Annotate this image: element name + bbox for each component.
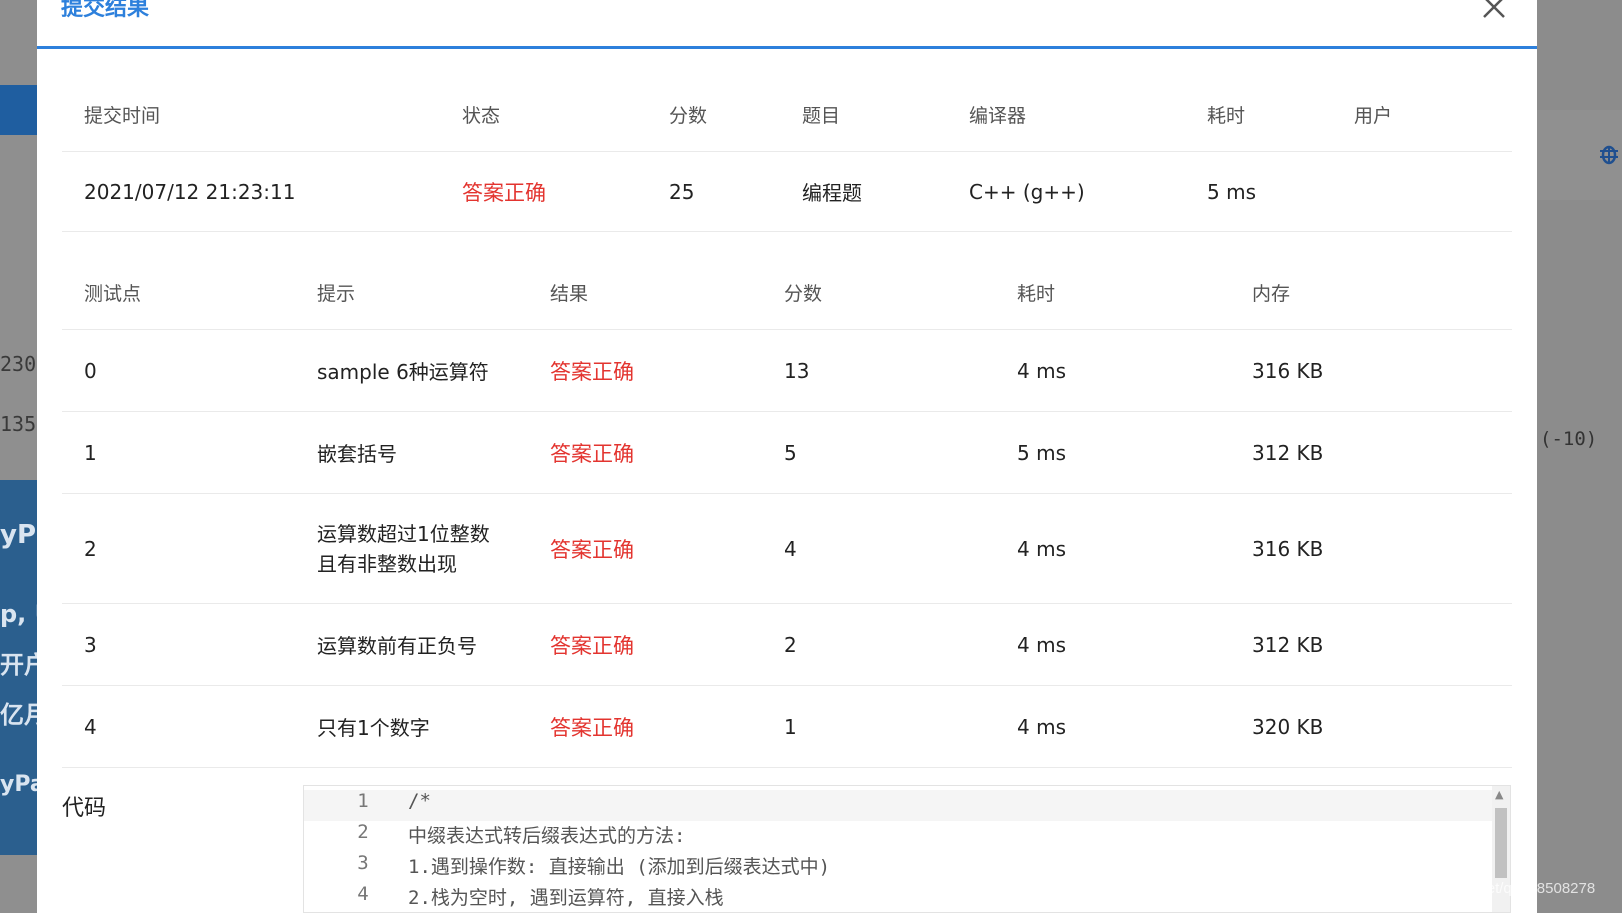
background-code-text: (-10) xyxy=(1540,428,1598,450)
code-label: 代码 xyxy=(62,796,107,821)
table-row: 0 sample 6种运算符 答案正确 13 4 ms 316 KB xyxy=(62,330,1512,412)
test-memory: 316 KB xyxy=(1252,536,1324,561)
watermark: https://blog.csdn.net/qq_48508278 xyxy=(1365,880,1596,897)
test-hint-line: 且有非整数出现 xyxy=(317,551,457,576)
header-hint: 提示 xyxy=(317,282,356,305)
elapsed-time: 5 ms xyxy=(1207,179,1256,204)
line-text: 中缀表达式转后缀表达式的方法: xyxy=(408,825,686,847)
test-hint-line: 运算数超过1位整数 xyxy=(317,521,490,546)
code-line: 2 中缀表达式转后缀表达式的方法: xyxy=(304,821,1494,852)
test-hint: sample 6种运算符 xyxy=(317,360,489,384)
code-line: 1 /* xyxy=(304,790,1494,821)
table-row: 2 运算数超过1位整数 且有非整数出现 答案正确 4 4 ms 316 KB xyxy=(62,494,1512,604)
header-test-point: 测试点 xyxy=(84,282,142,305)
line-text: 2.栈为空时, 遇到运算符, 直接入栈 xyxy=(408,887,724,909)
header-time: 耗时 xyxy=(1017,282,1056,305)
score: 25 xyxy=(669,179,695,204)
test-memory: 320 KB xyxy=(1252,714,1324,739)
problem-link[interactable]: 编程题 xyxy=(802,152,862,231)
test-result: 答案正确 xyxy=(550,715,634,740)
test-result: 答案正确 xyxy=(550,537,634,562)
test-memory: 316 KB xyxy=(1252,358,1324,383)
test-id: 4 xyxy=(84,714,97,739)
status-result: 答案正确 xyxy=(462,180,546,205)
test-id: 3 xyxy=(84,632,97,657)
header-compiler: 编译器 xyxy=(969,105,1027,127)
test-result: 答案正确 xyxy=(550,441,634,466)
line-text: /* xyxy=(408,790,431,812)
test-score: 1 xyxy=(784,714,797,739)
background-nav-bar xyxy=(0,85,37,135)
table-row: 3 运算数前有正负号 答案正确 2 4 ms 312 KB xyxy=(62,604,1512,686)
header-status: 状态 xyxy=(462,105,501,127)
scroll-up-arrow-icon[interactable]: ▲ xyxy=(1495,788,1503,801)
table-row: 1 嵌套括号 答案正确 5 5 ms 312 KB xyxy=(62,412,1512,494)
header-result: 结果 xyxy=(550,282,589,305)
submit-time: 2021/07/12 21:23:11 xyxy=(84,179,296,204)
header-elapsed: 耗时 xyxy=(1207,105,1246,127)
line-number: 4 xyxy=(357,883,369,905)
test-time: 4 ms xyxy=(1017,536,1066,561)
test-score: 2 xyxy=(784,632,797,657)
modal-header: 提交结果 xyxy=(37,0,1537,49)
test-time: 4 ms xyxy=(1017,358,1066,383)
summary-table: 提交时间 状态 分数 题目 编译器 耗时 用户 2021/07/12 21:23… xyxy=(62,78,1512,232)
test-hint: 运算数前有正负号 xyxy=(317,634,477,658)
test-score: 5 xyxy=(784,440,797,465)
header-score: 分数 xyxy=(784,282,823,305)
test-memory: 312 KB xyxy=(1252,440,1324,465)
line-number: 1 xyxy=(357,790,369,812)
code-line: 3 1.遇到操作数: 直接输出 (添加到后缀表达式中) xyxy=(304,852,1494,883)
test-time: 4 ms xyxy=(1017,714,1066,739)
submission-result-modal: 提交结果 提交时间 状态 分数 题目 编译器 耗时 用户 2021/07/12 … xyxy=(37,0,1537,913)
header-submit-time: 提交时间 xyxy=(84,105,161,127)
table-row: 4 只有1个数字 答案正确 1 4 ms 320 KB xyxy=(62,686,1512,768)
test-id: 2 xyxy=(84,536,97,561)
bug-icon xyxy=(1598,142,1622,166)
background-number: 230 xyxy=(0,352,37,376)
line-number: 2 xyxy=(357,821,369,843)
test-hint: 运算数超过1位整数 且有非整数出现 xyxy=(317,494,490,603)
close-icon xyxy=(1483,0,1505,18)
compiler: C++ (g++) xyxy=(969,179,1085,204)
test-score: 13 xyxy=(784,358,810,383)
test-result: 答案正确 xyxy=(550,359,634,384)
test-score: 4 xyxy=(784,536,797,561)
header-user: 用户 xyxy=(1354,105,1393,127)
header-memory: 内存 xyxy=(1252,282,1291,305)
code-line: 4 2.栈为空时, 遇到运算符, 直接入栈 xyxy=(304,883,1494,912)
test-id: 1 xyxy=(84,440,97,465)
test-time: 4 ms xyxy=(1017,632,1066,657)
modal-title: 提交结果 xyxy=(61,0,150,21)
test-memory: 312 KB xyxy=(1252,632,1324,657)
scroll-thumb[interactable] xyxy=(1495,808,1507,878)
background-content xyxy=(0,855,37,913)
summary-row: 2021/07/12 21:23:11 答案正确 25 编程题 C++ (g++… xyxy=(62,152,1512,232)
close-button[interactable] xyxy=(1479,0,1509,22)
line-number: 3 xyxy=(357,852,369,874)
test-points-table: 测试点 提示 结果 分数 耗时 内存 0 sample 6种运算符 答案正确 1… xyxy=(62,255,1512,768)
test-id: 0 xyxy=(84,358,97,383)
test-result: 答案正确 xyxy=(550,633,634,658)
code-editor[interactable]: 1 /* 2 中缀表达式转后缀表达式的方法: 3 1.遇到操作数: 直接输出 (… xyxy=(303,785,1511,913)
header-problem: 题目 xyxy=(802,105,841,127)
line-text: 1.遇到操作数: 直接输出 (添加到后缀表达式中) xyxy=(408,856,831,878)
test-hint: 只有1个数字 xyxy=(317,716,430,740)
test-time: 5 ms xyxy=(1017,440,1066,465)
test-hint: 嵌套括号 xyxy=(317,442,397,466)
background-left-strip xyxy=(0,0,37,85)
header-score: 分数 xyxy=(669,105,708,127)
tests-header-row: 测试点 提示 结果 分数 耗时 内存 xyxy=(62,255,1512,330)
summary-header-row: 提交时间 状态 分数 题目 编译器 耗时 用户 xyxy=(62,78,1512,152)
